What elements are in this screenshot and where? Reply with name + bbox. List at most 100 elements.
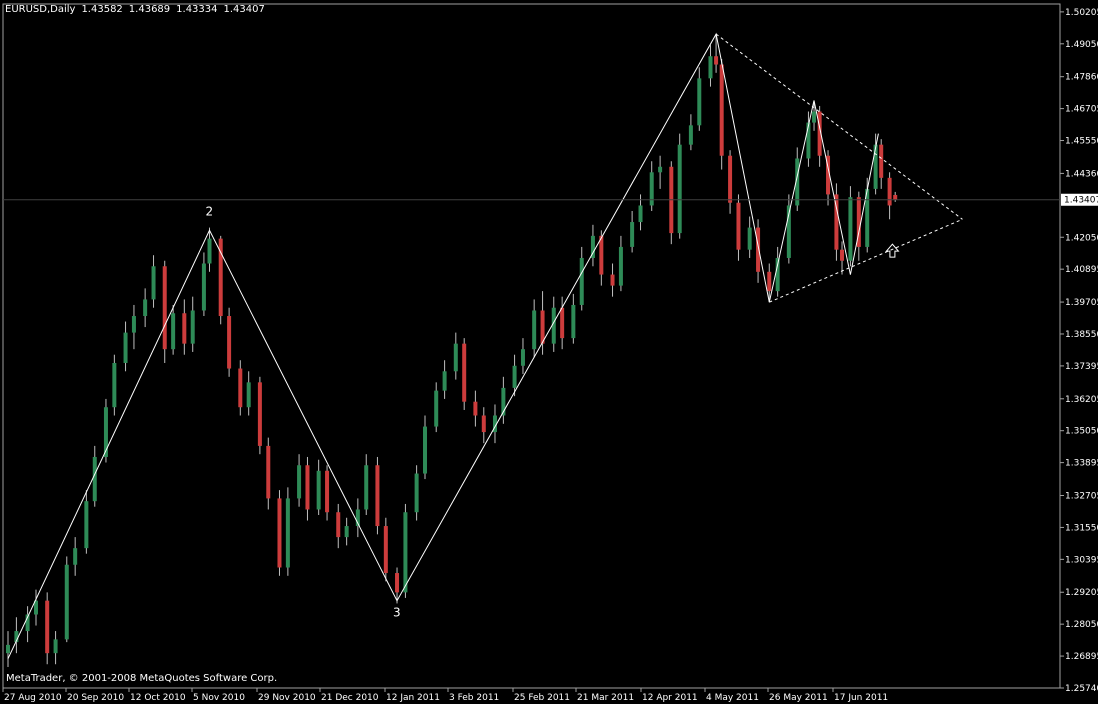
candle-body <box>53 639 58 654</box>
candle-body <box>649 172 654 206</box>
candle-body <box>719 64 724 156</box>
candle-body <box>6 644 10 654</box>
candle-body <box>708 56 713 79</box>
time-tick-label: 21 Mar 2011 <box>577 693 634 703</box>
candle-body <box>630 222 635 247</box>
candle-body <box>520 349 525 366</box>
candle-body <box>316 470 321 510</box>
candle-body <box>434 390 439 427</box>
candle-body <box>512 365 517 388</box>
candle-body <box>658 166 663 173</box>
triangle-boundary-line <box>715 33 963 220</box>
wave-line <box>7 32 879 659</box>
candle-body <box>227 316 232 369</box>
candle-body <box>756 227 761 272</box>
plot-border <box>2 3 1061 689</box>
price-tick-label: 1.33895 <box>1065 459 1098 469</box>
symbol-label: EURUSD,Daily <box>5 4 76 15</box>
candle-body <box>414 473 419 513</box>
time-tick-label: 12 Oct 2010 <box>130 693 186 703</box>
candle-body <box>246 382 251 408</box>
price-tick-label: 1.32705 <box>1065 492 1098 502</box>
candle-body <box>297 465 302 499</box>
candle-body <box>344 526 349 538</box>
candle-body <box>462 343 467 402</box>
candle-body <box>143 299 148 317</box>
price-tick-label: 1.37395 <box>1065 362 1098 372</box>
time-tick-label: 4 May 2011 <box>706 693 759 703</box>
candle-body <box>728 155 733 203</box>
candle-body <box>736 202 741 250</box>
price-tick-label: 1.25740 <box>1065 684 1098 694</box>
candle-body <box>887 177 892 206</box>
time-tick-label: 3 Feb 2011 <box>449 693 499 703</box>
close-price: 1.43407 <box>223 4 265 15</box>
candle-body <box>277 498 282 568</box>
candle-body <box>423 426 428 474</box>
candle-body <box>540 310 545 344</box>
price-axis: 1.50205 1.49050 1.47860 1.46705 1.45550 1.443… <box>3 8 1098 694</box>
candle-body <box>375 465 380 527</box>
candle-body <box>677 144 682 234</box>
wave-label: 3 <box>393 606 401 620</box>
time-axis: 27 Aug 2010 20 Sep 2010 12 Oct 2010 5 Nov 2… <box>2 688 888 703</box>
time-tick-label: 12 Jan 2011 <box>386 693 440 703</box>
time-tick-label: 29 Nov 2010 <box>258 693 316 703</box>
wave-lines <box>7 32 963 659</box>
candle-body <box>806 122 811 159</box>
candle-body <box>599 235 604 275</box>
wave-label: 2 <box>206 205 214 219</box>
price-tick-label: 1.44360 <box>1065 169 1098 179</box>
candle-body <box>532 310 537 350</box>
candle-body <box>182 313 187 344</box>
candle-body <box>92 456 97 502</box>
candle-body <box>151 266 156 300</box>
price-tick-label: 1.26895 <box>1065 652 1098 662</box>
candle-body <box>560 307 565 339</box>
candle-body <box>873 144 878 189</box>
candle-body <box>336 512 341 538</box>
candle-body <box>73 548 78 565</box>
candle-body <box>879 144 884 178</box>
high-price: 1.43689 <box>128 4 171 15</box>
candle-body <box>207 238 212 264</box>
chart-annotations: 23 <box>206 205 900 620</box>
candle-body <box>123 332 128 363</box>
price-tick-label: 1.38550 <box>1065 330 1098 340</box>
time-tick-label: 27 Aug 2010 <box>4 693 62 703</box>
candle-body <box>473 401 478 416</box>
candle-body <box>201 263 206 311</box>
candle-body <box>442 371 447 391</box>
time-tick-label: 12 Apr 2011 <box>642 693 698 703</box>
candle-body <box>305 465 310 510</box>
price-tick-label: 1.35050 <box>1065 427 1098 437</box>
candle-body <box>325 470 330 513</box>
low-price: 1.43334 <box>176 4 218 15</box>
candle-body <box>848 197 853 261</box>
candle-body <box>697 78 702 126</box>
candle-body <box>893 194 898 200</box>
candle-body <box>395 573 400 593</box>
up-arrow-icon <box>885 243 900 258</box>
candle-body <box>238 368 243 408</box>
candle-body <box>571 304 576 339</box>
price-tick-label: 1.47860 <box>1065 73 1098 83</box>
chart-frame <box>2 3 1061 689</box>
current-price-label: 1.43407 <box>1064 196 1098 206</box>
candle-body <box>45 600 50 654</box>
candle-body <box>403 512 408 593</box>
candle-body <box>638 205 643 223</box>
candle-body <box>84 501 89 549</box>
time-tick-label: 21 Dec 2010 <box>321 693 379 703</box>
candle-body <box>112 362 117 408</box>
candle-body <box>453 343 458 372</box>
time-tick-label: 5 Nov 2010 <box>193 693 245 703</box>
candle-body <box>364 465 369 510</box>
candle-body <box>747 227 752 250</box>
price-tick-label: 1.30395 <box>1065 555 1098 565</box>
candle-body <box>64 564 69 640</box>
time-tick-label: 20 Sep 2010 <box>67 693 124 703</box>
candle-body <box>618 246 623 286</box>
candle-body <box>383 526 388 574</box>
candle-body <box>840 249 845 261</box>
